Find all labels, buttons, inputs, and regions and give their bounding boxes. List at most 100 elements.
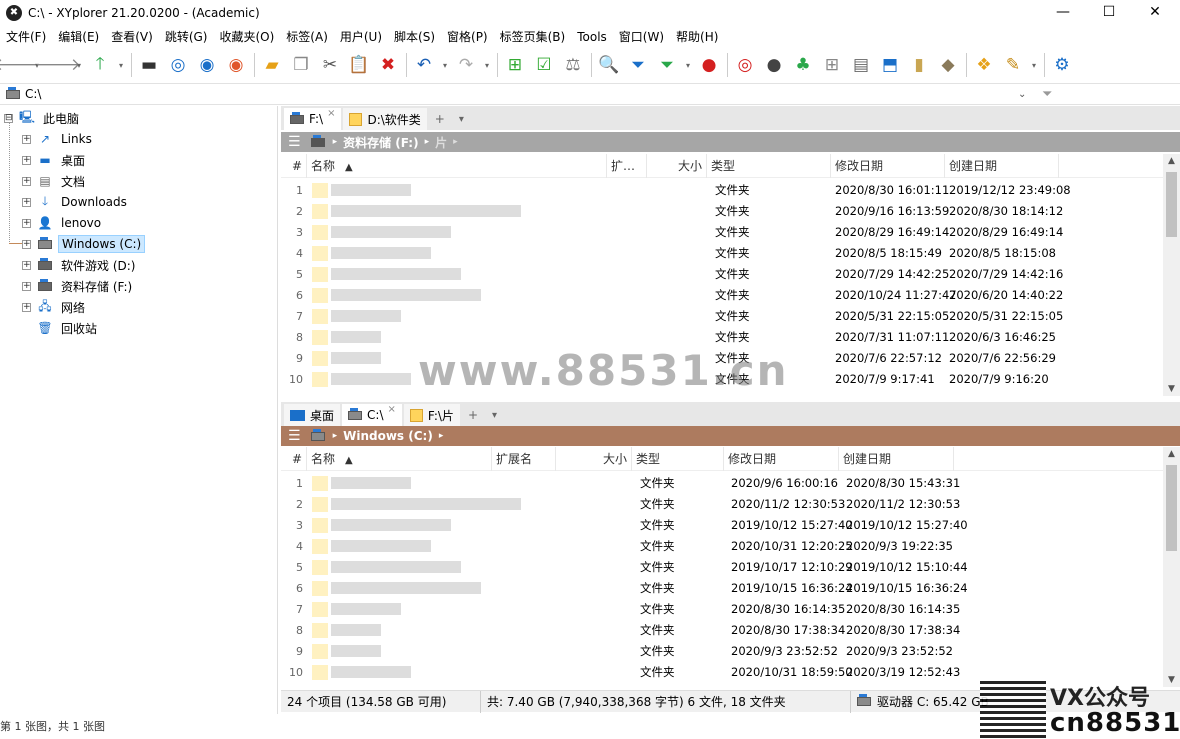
- chevron-right-icon[interactable]: ▸: [425, 137, 430, 147]
- breadcrumb-item[interactable]: 片: [435, 134, 447, 151]
- dark-circle-icon[interactable]: ●: [760, 51, 788, 79]
- color-ball-icon[interactable]: ●: [695, 51, 723, 79]
- tree-item-network[interactable]: + 🖧 网络: [22, 297, 88, 317]
- menu-user[interactable]: 用户(U): [334, 26, 388, 48]
- column-modified[interactable]: 修改日期: [724, 447, 839, 471]
- breadcrumb-item[interactable]: Windows (C:): [343, 429, 433, 443]
- address-filter-icon[interactable]: ⏷: [1042, 87, 1052, 102]
- hamburger-menu-icon[interactable]: ☰: [288, 134, 301, 150]
- tree-item-downloads[interactable]: + 🡓 Downloads: [22, 192, 130, 212]
- goto-circle-icon[interactable]: ◉: [222, 51, 250, 79]
- tab-f-drive[interactable]: F:\ ×: [284, 108, 342, 130]
- chevron-right-icon[interactable]: ▸: [453, 137, 458, 147]
- file-row[interactable]: 4 文件夹 2020/10/31 12:20:25 2020/9/3 19:22:35: [281, 536, 1161, 557]
- file-row[interactable]: 2 文件夹 2020/9/16 16:13:59 2020/8/30 18:14:12: [281, 201, 1161, 222]
- column-type[interactable]: 类型: [632, 447, 724, 471]
- scroll-up-icon[interactable]: ▲: [1163, 156, 1180, 166]
- visual-filter-icon[interactable]: ⏷: [653, 51, 681, 79]
- column-extension[interactable]: 扩展名: [492, 447, 556, 471]
- copy-icon[interactable]: ❐: [287, 51, 315, 79]
- tree-item-documents[interactable]: + ▤ 文档: [22, 171, 88, 191]
- weight-icon[interactable]: ⚖: [559, 51, 587, 79]
- hamburger-menu-icon[interactable]: ☰: [288, 428, 301, 444]
- brush-dropdown-icon[interactable]: ▾: [1028, 51, 1040, 79]
- file-row[interactable]: 1 文件夹 2020/8/30 16:01:11 2019/12/12 23:49:0…: [281, 180, 1161, 201]
- address-bar[interactable]: C:\ ⌄ ⏷: [0, 83, 1180, 105]
- file-row[interactable]: 8 文件夹 2020/7/31 11:07:11 2020/6/3 16:46:25: [281, 327, 1161, 348]
- file-row[interactable]: 4 文件夹 2020/8/5 18:15:49 2020/8/5 18:15:08: [281, 243, 1161, 264]
- scroll-down-icon[interactable]: ▼: [1163, 675, 1180, 685]
- column-modified[interactable]: 修改日期: [831, 154, 945, 178]
- file-row[interactable]: 6 文件夹 2020/10/24 11:27:47 2020/6/20 14:40:2…: [281, 285, 1161, 306]
- grid-view-icon[interactable]: ⊞: [818, 51, 846, 79]
- tree-item-desktop[interactable]: + ▬ 桌面: [22, 150, 88, 170]
- file-row[interactable]: 7 文件夹 2020/5/31 22:15:05 2020/5/31 22:15:05: [281, 306, 1161, 327]
- tree-item-lenovo[interactable]: + 👤 lenovo: [22, 213, 104, 233]
- preview-pane-icon[interactable]: ▮: [905, 51, 933, 79]
- expand-icon[interactable]: +: [22, 197, 31, 207]
- up-arrow-icon[interactable]: 🡑: [86, 51, 114, 79]
- menu-go[interactable]: 跳转(G): [159, 26, 214, 48]
- tree-icon[interactable]: ♣: [789, 51, 817, 79]
- column-number[interactable]: #: [281, 447, 307, 471]
- tree-item-this-pc[interactable]: ⊟ 🖳 此电脑: [4, 108, 82, 128]
- file-row[interactable]: 1 文件夹 2020/9/6 16:00:16 2020/8/30 15:43:31: [281, 473, 1161, 494]
- undo-icon[interactable]: ↶: [410, 51, 438, 79]
- menu-window[interactable]: 窗口(W): [613, 26, 670, 48]
- menu-scripting[interactable]: 脚本(S): [388, 26, 441, 48]
- expand-icon[interactable]: +: [22, 218, 31, 228]
- scrollbar-thumb[interactable]: [1166, 172, 1177, 237]
- file-row[interactable]: 2 文件夹 2020/11/2 12:30:53 2020/11/2 12:30:53: [281, 494, 1161, 515]
- expand-icon[interactable]: +: [22, 134, 31, 144]
- breadcrumb-item[interactable]: 资料存储 (F:): [343, 134, 419, 151]
- file-row[interactable]: 6 文件夹 2019/10/15 16:36:24 2019/10/15 16:36:…: [281, 578, 1161, 599]
- filter-dropdown-icon[interactable]: ▾: [682, 51, 694, 79]
- tree-item-links[interactable]: + ↗ Links: [22, 129, 95, 149]
- menu-view[interactable]: 查看(V): [105, 26, 159, 48]
- menu-tools[interactable]: Tools: [571, 26, 613, 48]
- redo-icon[interactable]: ↷: [452, 51, 480, 79]
- tab-d-software[interactable]: D:\软件类: [343, 108, 427, 130]
- expand-icon[interactable]: +: [22, 176, 31, 186]
- new-tab-button[interactable]: +: [462, 404, 484, 426]
- column-size[interactable]: 大小: [556, 447, 632, 471]
- tab-close-icon[interactable]: ×: [387, 404, 395, 415]
- expand-icon[interactable]: +: [22, 302, 31, 312]
- file-row[interactable]: 3 文件夹 2020/8/29 16:49:14 2020/8/29 16:49:14: [281, 222, 1161, 243]
- tab-f-pictures[interactable]: F:\片: [403, 404, 460, 426]
- menu-panes[interactable]: 窗格(P): [441, 26, 494, 48]
- menu-tabsets[interactable]: 标签页集(B): [494, 26, 572, 48]
- file-row[interactable]: 7 文件夹 2020/8/30 16:14:35 2020/8/30 16:14:35: [281, 599, 1161, 620]
- tab-desktop[interactable]: 桌面: [284, 404, 341, 426]
- desktop-icon[interactable]: ▬: [135, 51, 163, 79]
- checkbox-icon[interactable]: ☑: [530, 51, 558, 79]
- target-icon[interactable]: ◎: [164, 51, 192, 79]
- find-circle-icon[interactable]: ◉: [193, 51, 221, 79]
- tab-c-drive[interactable]: C:\ ×: [342, 404, 402, 426]
- file-row[interactable]: 9 文件夹 2020/9/3 23:52:52 2020/9/3 23:52:52: [281, 641, 1161, 662]
- scrollbar-thumb[interactable]: [1166, 465, 1177, 551]
- menu-favorites[interactable]: 收藏夹(O): [213, 26, 280, 48]
- column-number[interactable]: #: [281, 154, 307, 178]
- delete-icon[interactable]: ✖: [374, 51, 402, 79]
- scroll-up-icon[interactable]: ▲: [1163, 449, 1180, 459]
- collapse-icon[interactable]: ⊟: [4, 113, 13, 123]
- tree-toggle-icon[interactable]: ⊞: [501, 51, 529, 79]
- pane-2-scrollbar[interactable]: ▲ ▼: [1163, 447, 1180, 687]
- file-row[interactable]: 3 文件夹 2019/10/12 15:27:40 2019/10/12 15:27:…: [281, 515, 1161, 536]
- paste-icon[interactable]: 📋: [345, 51, 373, 79]
- column-name[interactable]: 名称 ▲: [307, 154, 607, 178]
- close-window-button[interactable]: ✕: [1132, 0, 1178, 26]
- column-created[interactable]: 创建日期: [839, 447, 954, 471]
- chevron-right-icon[interactable]: ▸: [333, 137, 338, 147]
- gear-icon[interactable]: ⚙: [1048, 51, 1076, 79]
- details-view-icon[interactable]: ▤: [847, 51, 875, 79]
- back-arrow-icon[interactable]: 🡐: [0, 51, 39, 79]
- search-icon[interactable]: 🔍: [595, 51, 623, 79]
- column-name[interactable]: 名称 ▲: [307, 447, 492, 471]
- brush-icon[interactable]: ✎: [999, 51, 1027, 79]
- new-folder-icon[interactable]: ▰: [258, 51, 286, 79]
- menu-help[interactable]: 帮助(H): [670, 26, 724, 48]
- column-size[interactable]: 大小: [647, 154, 707, 178]
- minimize-button[interactable]: —: [1040, 0, 1086, 26]
